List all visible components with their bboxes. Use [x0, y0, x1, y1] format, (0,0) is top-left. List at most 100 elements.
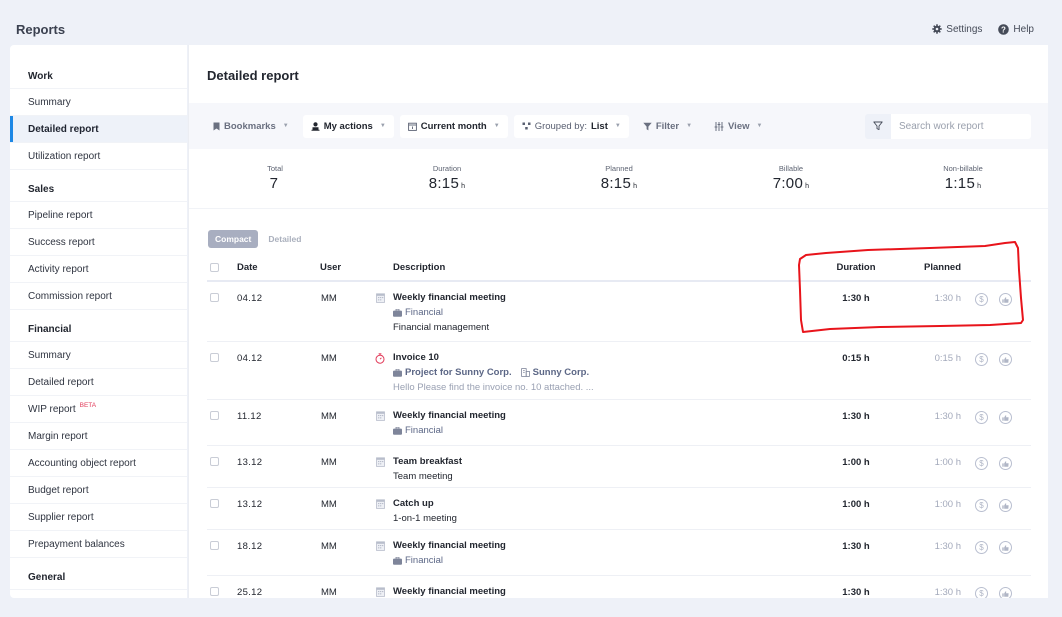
entry-user: MM: [321, 587, 337, 598]
sidebar-item-success-report[interactable]: Success report: [10, 229, 187, 256]
entry-description: Weekly financial meeting Financial: [393, 400, 821, 444]
sidebar-item-margin-report[interactable]: Margin report: [10, 423, 187, 450]
approve-thumbs-up-icon[interactable]: [999, 541, 1012, 554]
billable-dollar-icon[interactable]: $: [975, 499, 988, 512]
approve-thumbs-up-icon[interactable]: [999, 411, 1012, 424]
sidebar-item-budget-report[interactable]: Budget report: [10, 477, 187, 504]
entry-description: Invoice 10 Project for Sunny Corp. Sunny C…: [393, 342, 821, 401]
view-label: View: [728, 120, 750, 132]
sidebar-item-supplier-report[interactable]: Supplier report: [10, 504, 187, 531]
svg-text:?: ?: [1001, 25, 1006, 34]
select-all-checkbox[interactable]: [210, 263, 219, 272]
group-icon: [522, 122, 531, 130]
entry-title[interactable]: Weekly financial meeting: [393, 292, 821, 303]
billable-dollar-icon[interactable]: $: [975, 541, 988, 554]
entry-duration: 1:30 h: [842, 587, 870, 598]
sidebar-item-accounting-object-report[interactable]: Accounting object report: [10, 450, 187, 477]
project-name[interactable]: Project for Sunny Corp.: [405, 367, 512, 378]
entry-note: Team meeting: [393, 471, 453, 482]
sidebar-item-prepayment-balances[interactable]: Prepayment balances: [10, 531, 187, 558]
calendar-icon: [367, 282, 393, 303]
entry-title[interactable]: Catch up: [393, 498, 821, 509]
sidebar-item-utilization-report[interactable]: Utilization report: [10, 143, 187, 170]
column-user[interactable]: User: [317, 262, 367, 273]
project-name[interactable]: Financial: [405, 307, 443, 318]
approve-thumbs-up-icon[interactable]: [999, 499, 1012, 512]
grouped-by-value: List: [590, 120, 608, 132]
column-planned[interactable]: Planned: [891, 262, 961, 273]
stat-unit: h: [805, 183, 810, 190]
entry-title[interactable]: Team breakfast: [393, 456, 821, 467]
column-description[interactable]: Description: [393, 262, 821, 273]
sidebar-item-work-detailed-report[interactable]: Detailed report: [10, 116, 187, 143]
sidebar-item-commission-report[interactable]: Commission report: [10, 283, 187, 310]
table-row[interactable]: 04.12 MM Weekly financial meeting Financial…: [207, 282, 1031, 342]
help-label: Help: [1013, 23, 1034, 35]
sidebar-item-financial-summary[interactable]: Summary: [10, 342, 187, 369]
row-checkbox[interactable]: [210, 353, 219, 362]
settings-button[interactable]: Settings: [931, 24, 982, 35]
row-checkbox[interactable]: [210, 541, 219, 550]
row-checkbox[interactable]: [210, 411, 219, 420]
sidebar-item-label: WIP report: [28, 403, 76, 415]
view-dropdown[interactable]: View ▼: [706, 115, 770, 138]
period-dropdown[interactable]: Current month ▼: [399, 114, 508, 138]
filter-dropdown[interactable]: Filter ▼: [635, 115, 700, 138]
approve-thumbs-up-icon[interactable]: [999, 587, 1012, 598]
table-row[interactable]: 11.12 MM Weekly financial meeting Financial…: [207, 400, 1031, 446]
billable-dollar-icon[interactable]: $: [975, 457, 988, 470]
help-button[interactable]: ? Help: [998, 24, 1034, 35]
column-duration[interactable]: Duration: [821, 262, 891, 273]
entry-date: 13.12: [237, 499, 263, 510]
group-by-dropdown[interactable]: Grouped by: List ▼: [513, 114, 629, 138]
my-actions-dropdown[interactable]: My actions ▼: [302, 114, 394, 138]
table-row[interactable]: 04.12 MM Invoice 10 Project for Sunny Corp.…: [207, 342, 1031, 400]
entry-planned: 1:00 h: [934, 499, 961, 510]
sidebar-item-financial-detailed-report[interactable]: Detailed report: [10, 369, 187, 396]
entry-title[interactable]: Weekly financial meeting: [393, 586, 821, 597]
table-row[interactable]: 13.12 MM Catch up 1-on-1 meeting 1:00 h 1:00 …: [207, 488, 1031, 530]
approve-thumbs-up-icon[interactable]: [999, 293, 1012, 306]
project-name[interactable]: Financial: [405, 425, 443, 436]
billable-dollar-icon[interactable]: $: [975, 411, 988, 424]
entry-actions: $: [961, 282, 1031, 306]
sidebar-item-pipeline-report[interactable]: Pipeline report: [10, 202, 187, 229]
entry-client: Sunny Corp.: [520, 367, 589, 378]
stat-value: 7:00: [772, 175, 804, 192]
row-checkbox[interactable]: [210, 499, 219, 508]
chevron-down-icon: ▼: [282, 123, 289, 129]
tab-compact[interactable]: Compact: [208, 230, 259, 248]
entry-planned: 0:15 h: [934, 353, 961, 364]
row-checkbox[interactable]: [210, 587, 219, 596]
entry-title[interactable]: Invoice 10: [393, 352, 821, 363]
client-name[interactable]: Sunny Corp.: [533, 367, 589, 378]
stat-value: 1:15: [944, 175, 976, 192]
billable-dollar-icon[interactable]: $: [975, 293, 988, 306]
project-name[interactable]: Financial: [405, 555, 443, 566]
billable-dollar-icon[interactable]: $: [975, 353, 988, 366]
billable-dollar-icon[interactable]: $: [975, 587, 988, 598]
search-input[interactable]: [891, 113, 1031, 139]
entry-title[interactable]: Weekly financial meeting: [393, 540, 821, 551]
sidebar-item-work-summary[interactable]: Summary: [10, 89, 187, 116]
help-icon: ?: [998, 23, 1010, 35]
table-row[interactable]: 18.12 MM Weekly financial meeting Financial…: [207, 530, 1031, 576]
tab-detailed[interactable]: Detailed: [261, 230, 308, 248]
report-toolbar: Bookmarks ▼ My actions ▼ Current month ▼…: [189, 103, 1048, 149]
stat-non-billable: Non-billable 1:15 h: [877, 149, 1048, 208]
table-row[interactable]: 13.12 MM Team breakfast Team meeting 1:00 h 1…: [207, 446, 1031, 488]
approve-thumbs-up-icon[interactable]: [999, 353, 1012, 366]
entry-planned: 1:30 h: [934, 411, 961, 422]
row-checkbox[interactable]: [210, 457, 219, 466]
bookmark-icon: [213, 122, 220, 130]
approve-thumbs-up-icon[interactable]: [999, 457, 1012, 470]
sidebar-item-activity-report[interactable]: Activity report: [10, 256, 187, 283]
column-date[interactable]: Date: [237, 262, 317, 273]
row-checkbox[interactable]: [210, 293, 219, 302]
sidebar-item-wip-report[interactable]: WIP report BETA: [10, 396, 187, 423]
row-select-cell: [207, 576, 237, 596]
bookmarks-dropdown[interactable]: Bookmarks ▼: [205, 115, 297, 138]
filter-outline-icon[interactable]: [865, 113, 891, 139]
entry-title[interactable]: Weekly financial meeting: [393, 410, 821, 421]
table-row[interactable]: 25.12 MM Weekly financial meeting 1:30 h 1:3…: [207, 576, 1031, 598]
